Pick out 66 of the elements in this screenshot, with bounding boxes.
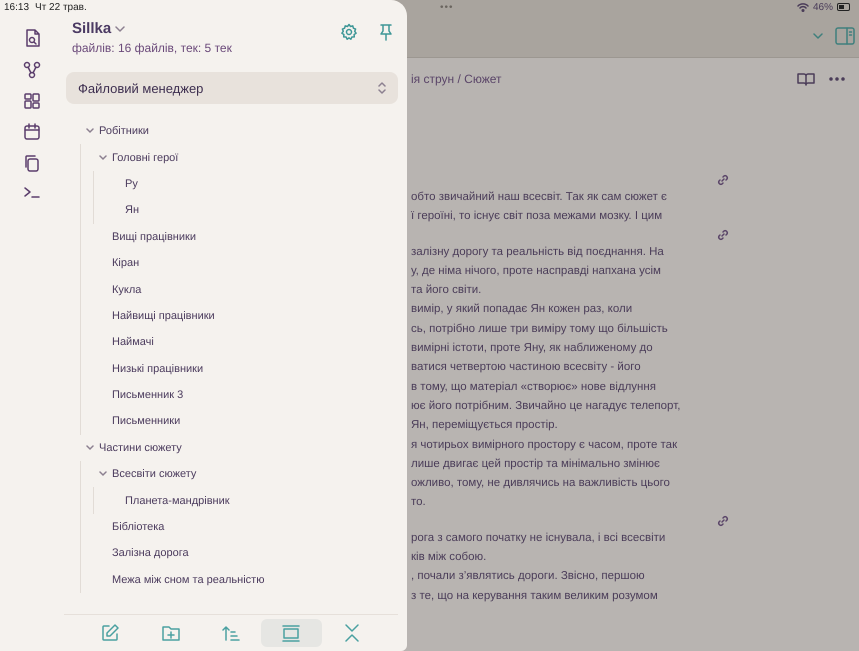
note-text-line: вимір, у який попадає Ян кожен раз, коли — [411, 302, 634, 318]
file-item[interactable]: Ян — [100, 197, 140, 224]
link-icon — [717, 174, 729, 186]
pin-icon — [378, 23, 394, 41]
file-item[interactable]: Планета-мандрівник — [100, 487, 230, 514]
chevron-down-icon — [115, 26, 126, 32]
chevron-down-icon — [813, 32, 823, 38]
note-text-line: ків між собою. — [411, 550, 488, 566]
file-item[interactable]: Кукла — [87, 276, 142, 303]
window-button[interactable] — [261, 619, 322, 647]
note-text-line: Ян, переміщується простір. — [411, 418, 559, 434]
note-text-line: лише двигає цей простір та мінімально змінює — [411, 456, 661, 472]
sidebar-icon — [835, 26, 855, 44]
book-icon — [797, 72, 815, 86]
battery-percent: 46% — [812, 2, 833, 12]
calendar-icon — [23, 123, 41, 141]
wifi-icon — [796, 2, 809, 12]
file-item[interactable]: Ру — [100, 170, 138, 198]
note-text-line: з те, що на керування таким великим розумом — [411, 588, 659, 604]
note-text-line: я чотирьох вимірного простору є часом, проте так — [411, 438, 678, 453]
graph-icon — [23, 61, 41, 79]
edit-icon — [100, 623, 120, 643]
link-icon — [717, 228, 729, 241]
terminal-icon — [23, 185, 41, 199]
updown-icon — [378, 82, 386, 94]
file-item[interactable]: Найвищі працівники — [87, 302, 215, 330]
view-selector[interactable]: Файловий менеджер — [66, 72, 398, 104]
vault-switcher[interactable]: Sillka — [72, 20, 126, 37]
file-item[interactable]: Письменник 3 — [87, 382, 184, 408]
status-date: Чт 22 трав. — [35, 2, 87, 12]
settings-icon — [340, 23, 358, 41]
file-item[interactable]: Кіран — [87, 250, 140, 276]
status-time: 16:13 — [4, 2, 30, 12]
copy-icon — [23, 154, 41, 172]
note-text-line: ює його потрібним. Звичайно це нагадує телепорт, — [411, 398, 682, 414]
file-item[interactable]: Залізна дорога — [87, 540, 189, 567]
file-item[interactable]: Письменники — [87, 408, 180, 435]
note-text-line: сь, потрібно лише три виміру тому що більшість — [411, 322, 669, 337]
file-item[interactable]: Вищі працівники — [87, 224, 196, 250]
file-item[interactable]: Наймачі — [87, 329, 154, 356]
note-text-line: та його світи. — [411, 283, 482, 298]
folder-item[interactable]: Головні герої — [87, 144, 178, 171]
folder-item[interactable]: Частини сюжету — [74, 434, 182, 462]
note-text-line: ї героїні, то існує світ поза межами мозку. І цим — [411, 209, 664, 224]
note-text-line: залізну дорогу та реальність від поєднання. На — [411, 244, 665, 260]
note-text-line: у, де німа нічого, проте насправді напхана усім — [411, 264, 662, 279]
note-text-line: , почали з’являтись дороги. Звісно, першою — [411, 569, 646, 584]
note-text-line: рога з самого початку не існувала, і всі всесвіти — [411, 530, 666, 546]
link-icon — [717, 514, 729, 527]
note-text-line: ожливо, тому, не дивлячись на важливість цього — [411, 476, 671, 492]
folder-item[interactable]: Робітники — [74, 118, 149, 144]
vault-stats: файлів: 16 файлів, тек: 5 тек — [72, 41, 233, 55]
note-text-line: обто звичайний наш всесвіт. Так як сам сюжет є — [411, 190, 668, 205]
grid-icon — [23, 92, 41, 110]
file-item[interactable]: Бібліотека — [87, 514, 164, 540]
breadcrumb[interactable]: ія струн / Сюжет — [411, 72, 783, 86]
note-text-line: ватися четвертою частиною всесвіту - його — [411, 360, 642, 376]
file-item[interactable]: Межа між сном та реальністю — [87, 566, 264, 594]
note-text-line: то. — [411, 495, 427, 510]
battery-icon — [837, 3, 851, 11]
window-icon — [281, 623, 302, 643]
file-item[interactable]: Низькі працівники — [87, 356, 204, 382]
note-text-line: в тому, що матеріал «створює» нове відлуння — [411, 380, 657, 395]
note-text-line: вимірні істоти, проте Яну, як наближеному до — [411, 341, 654, 356]
more-icon — [829, 77, 845, 81]
folder-item[interactable]: Всесвіти сюжету — [87, 461, 196, 488]
